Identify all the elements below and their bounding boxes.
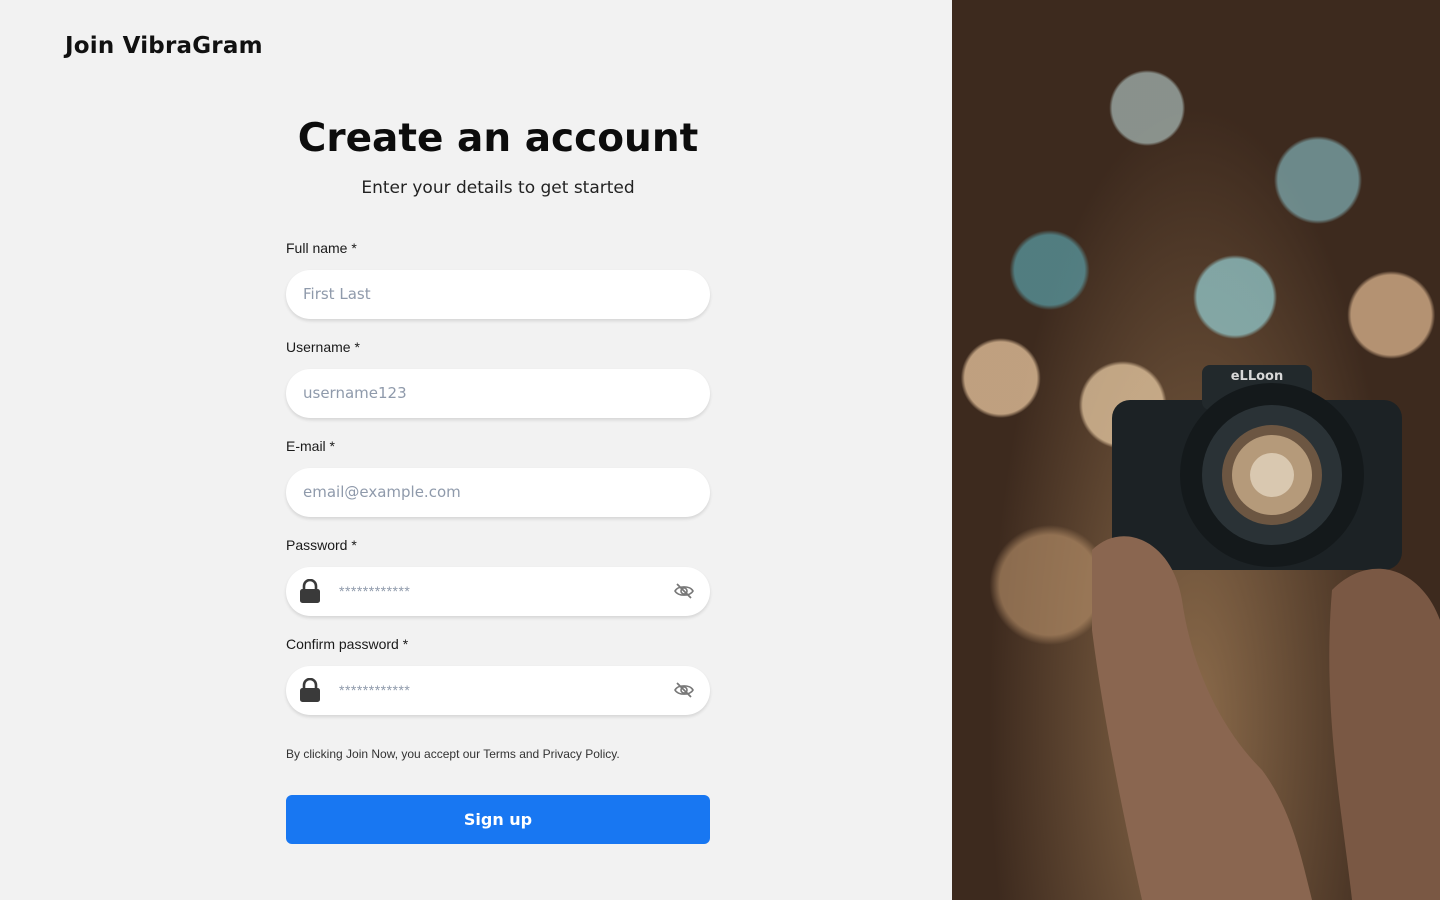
password-input[interactable]: ************ (286, 567, 710, 616)
confirm-password-label: Confirm password * (286, 636, 409, 652)
password-placeholder: ************ (339, 583, 411, 599)
confirm-password-placeholder: ************ (339, 682, 411, 698)
username-placeholder: username123 (303, 384, 407, 402)
full-name-label: Full name * (286, 240, 357, 256)
email-input[interactable]: email@example.com (286, 468, 710, 517)
page-title: Create an account (297, 116, 699, 161)
hero-image: eLLoon (952, 0, 1440, 900)
hands-illustration (1092, 536, 1440, 900)
camera-brand-text: eLLoon (1231, 369, 1284, 384)
form-header: Create an account Enter your details to … (286, 112, 710, 200)
email-placeholder: email@example.com (303, 483, 461, 501)
brand-title: Join VibraGram (65, 33, 263, 59)
signup-panel: Join VibraGram Create an account Enter y… (0, 0, 952, 900)
email-label: E-mail * (286, 438, 336, 454)
username-label: Username * (286, 339, 360, 355)
full-name-input[interactable]: First Last (286, 270, 710, 319)
eye-off-icon[interactable] (674, 582, 694, 600)
full-name-placeholder: First Last (303, 285, 371, 303)
username-input[interactable]: username123 (286, 369, 710, 418)
sign-up-button[interactable]: Sign up (286, 795, 710, 844)
confirm-password-input[interactable]: ************ (286, 666, 710, 715)
lock-icon (300, 678, 320, 702)
eye-off-icon[interactable] (674, 681, 694, 699)
password-label: Password * (286, 537, 357, 553)
terms-text: By clicking Join Now, you accept our Ter… (286, 747, 620, 761)
page-subtitle: Enter your details to get started (361, 178, 635, 198)
lock-icon (300, 579, 320, 603)
